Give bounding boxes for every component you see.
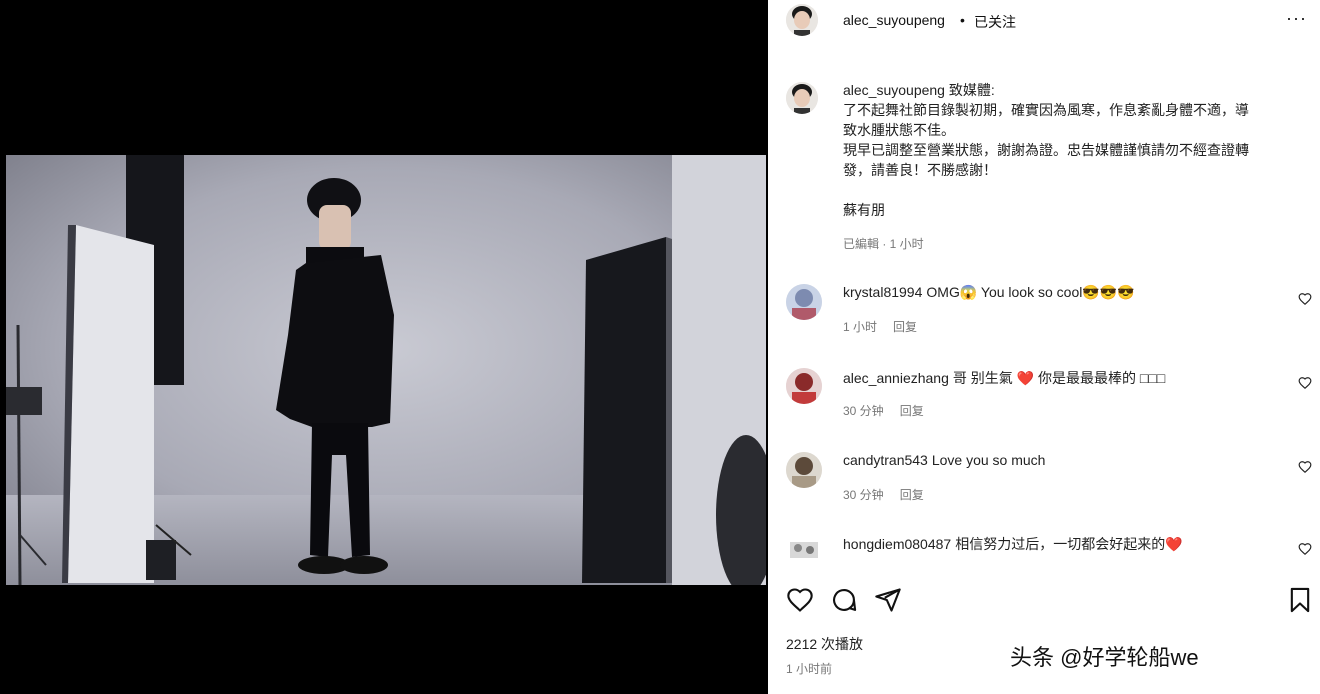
post-media[interactable] [0, 0, 768, 694]
like-heart-icon[interactable] [786, 586, 814, 614]
header-separator: • [960, 12, 965, 28]
share-send-icon[interactable] [874, 586, 902, 614]
comment-item: alec_anniezhang 哥 别生氣 ❤️ 你是最最最棒的 □□□ 30 分… [768, 368, 1320, 428]
caption-line: 發，請善良！不勝感謝！ [843, 162, 997, 178]
view-count: 2212 次播放 [786, 636, 864, 652]
comment-body: Love you so much [931, 452, 1046, 468]
commenter-avatar[interactable] [786, 452, 822, 488]
avatar-icon [786, 4, 818, 36]
comment-text-row: alec_anniezhang 哥 别生氣 ❤️ 你是最最最棒的 □□□ [843, 368, 1165, 388]
commenter-avatar[interactable] [786, 368, 822, 404]
commenter-username[interactable]: hongdiem080487 [843, 536, 951, 552]
comment-text-row: krystal81994 OMG😱 You look so cool😎😎😎 [843, 284, 1135, 301]
bookmark-icon[interactable] [1286, 586, 1314, 614]
more-options-icon[interactable]: ··· [1286, 8, 1307, 29]
comment-like-heart-icon[interactable] [1298, 292, 1312, 306]
post-caption: alec_suyoupeng 致媒體: 了不起舞社節目錄製初期，確實因為風寒，作… [843, 80, 1303, 254]
comment-meta: 30 分钟 回复 [843, 402, 940, 419]
commenter-username[interactable]: alec_anniezhang [843, 370, 949, 386]
post-header: alec_suyoupeng • 已关注 ··· [768, 0, 1320, 42]
reply-button[interactable]: 回复 [900, 488, 924, 502]
caption-line: 致媒體: [948, 82, 995, 98]
comment-body: 相信努力过后，一切都会好起来的❤️ [955, 536, 1183, 552]
caption-line: 現早已調整至營業狀態，謝謝為證。忠告媒體謹慎請勿不經查證轉 [843, 142, 1249, 158]
commenter-avatar[interactable] [786, 284, 822, 320]
comment-bubble-icon[interactable] [830, 586, 858, 614]
follow-status-button[interactable]: 已关注 [974, 12, 1016, 32]
comment-like-heart-icon[interactable] [1298, 460, 1312, 474]
post-timestamp: 1 小时前 [786, 662, 833, 676]
comment-time: 30 分钟 [843, 488, 884, 502]
studio-photo-image [6, 155, 766, 585]
comment-body: 哥 别生氣 ❤️ 你是最最最棒的 □□□ [952, 370, 1166, 386]
commenter-username[interactable]: krystal81994 [843, 284, 922, 300]
comment-time: 30 分钟 [843, 404, 884, 418]
comment-time: 1 小时 [843, 320, 878, 334]
avatar-icon [786, 452, 822, 488]
avatar-icon [786, 368, 822, 404]
comment-body: OMG😱 You look so cool😎😎😎 [926, 284, 1135, 300]
comment-meta: 30 分钟 回复 [843, 486, 940, 503]
reply-button[interactable]: 回复 [900, 404, 924, 418]
comment-text-row: hongdiem080487 相信努力过后，一切都会好起来的❤️ [843, 534, 1183, 554]
comment-item: hongdiem080487 相信努力过后，一切都会好起来的❤️ [768, 534, 1320, 570]
comment-item: krystal81994 OMG😱 You look so cool😎😎😎 1 小… [768, 284, 1320, 344]
comment-text-row: candytran543 Love you so much [843, 452, 1045, 468]
commenter-avatar[interactable] [786, 534, 822, 562]
watermark-text: 头条 @好学轮船we [1010, 645, 1199, 670]
comment-item: candytran543 Love you so much 30 分钟 回复 [768, 452, 1320, 512]
avatar-icon [786, 534, 822, 562]
avatar-icon [786, 82, 818, 114]
caption-username[interactable]: alec_suyoupeng [843, 82, 945, 98]
post-detail-panel: alec_suyoupeng • 已关注 ··· alec_suyoupeng … [768, 0, 1320, 694]
comment-meta: 1 小时 回复 [843, 318, 933, 335]
author-avatar[interactable] [786, 4, 818, 36]
comment-like-heart-icon[interactable] [1298, 376, 1312, 390]
caption-line: 致水腫狀態不佳。 [843, 122, 955, 138]
post-action-bar [784, 586, 1310, 616]
reply-button[interactable]: 回复 [893, 320, 917, 334]
caption-line: 了不起舞社節目錄製初期，確實因為風寒，作息紊亂身體不適，導 [843, 102, 1249, 118]
caption-signature: 蘇有朋 [843, 202, 885, 218]
author-username[interactable]: alec_suyoupeng [843, 12, 945, 28]
comment-like-heart-icon[interactable] [1298, 542, 1312, 556]
post-photo[interactable] [6, 155, 766, 585]
caption-author-avatar[interactable] [786, 82, 818, 114]
caption-meta: 已編輯 · 1 小时 [843, 237, 924, 251]
caption-first-line: alec_suyoupeng 致媒體: [843, 80, 1303, 100]
commenter-username[interactable]: candytran543 [843, 452, 928, 468]
avatar-icon [786, 284, 822, 320]
